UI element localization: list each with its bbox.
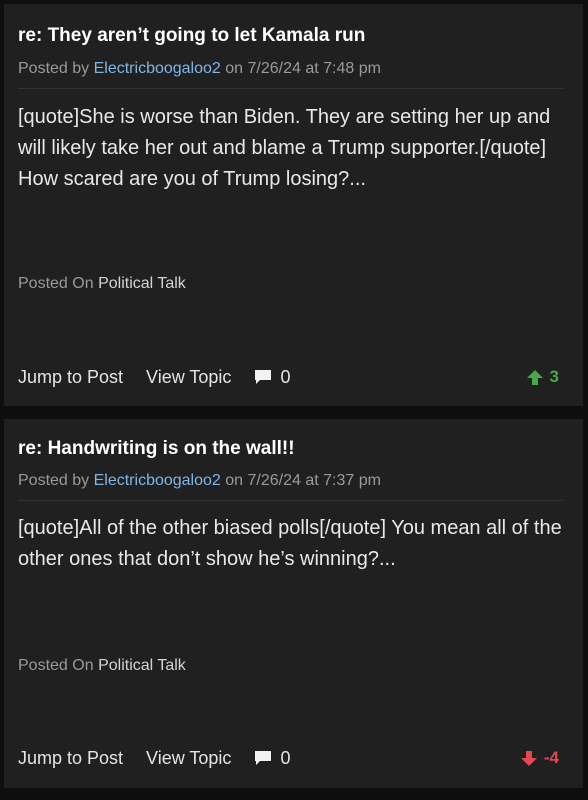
comment-bubble-icon: [255, 750, 272, 765]
forum-link[interactable]: Political Talk: [98, 275, 186, 292]
view-topic-link[interactable]: View Topic: [146, 367, 231, 388]
posted-on: Posted On Political Talk: [18, 657, 186, 675]
post-meta: Posted by Electricboogaloo2 on 7/26/24 a…: [18, 60, 563, 89]
comment-count-value: 0: [280, 366, 291, 387]
posted-by-label: Posted by: [18, 472, 90, 489]
author-link[interactable]: Electricboogaloo2: [94, 60, 221, 77]
post-body: [quote]She is worse than Biden. They are…: [18, 106, 551, 190]
post-title[interactable]: re: They aren’t going to let Kamala run: [18, 25, 563, 47]
post-card: re: Handwriting is on the wall!! Posted …: [4, 419, 583, 788]
comment-count[interactable]: 0: [254, 748, 290, 769]
post-meta: Posted by Electricboogaloo2 on 7/26/24 a…: [18, 472, 563, 501]
comment-count[interactable]: 0: [254, 367, 290, 388]
author-link[interactable]: Electricboogaloo2: [94, 472, 221, 489]
arrow-up-icon: [526, 369, 543, 385]
vote-value: -4: [543, 748, 559, 767]
posted-on: Posted On Political Talk: [18, 275, 186, 293]
post-date: on 7/26/24 at 7:37 pm: [225, 472, 381, 489]
jump-to-post-link[interactable]: Jump to Post: [18, 748, 123, 769]
posted-by-label: Posted by: [18, 60, 90, 77]
vote-score[interactable]: -4: [520, 748, 559, 768]
jump-to-post-link[interactable]: Jump to Post: [18, 367, 123, 388]
vote-score[interactable]: 3: [526, 367, 559, 387]
comment-count-value: 0: [280, 747, 291, 768]
post-date: on 7/26/24 at 7:48 pm: [225, 60, 381, 77]
posted-on-label: Posted On: [18, 657, 94, 674]
post-actions: Jump to Post View Topic 0 3: [18, 364, 559, 390]
forum-link[interactable]: Political Talk: [98, 657, 186, 674]
post-card: re: They aren’t going to let Kamala run …: [4, 4, 583, 406]
post-actions: Jump to Post View Topic 0 -4: [18, 745, 559, 771]
post-title[interactable]: re: Handwriting is on the wall!!: [18, 438, 563, 460]
post-body: [quote]All of the other biased polls[/qu…: [18, 517, 562, 570]
view-topic-link[interactable]: View Topic: [146, 748, 231, 769]
arrow-down-icon: [520, 750, 537, 766]
search-results-feed: re: They aren’t going to let Kamala run …: [0, 0, 588, 800]
posted-on-label: Posted On: [18, 275, 94, 292]
vote-value: 3: [549, 367, 559, 386]
comment-bubble-icon: [255, 369, 272, 384]
